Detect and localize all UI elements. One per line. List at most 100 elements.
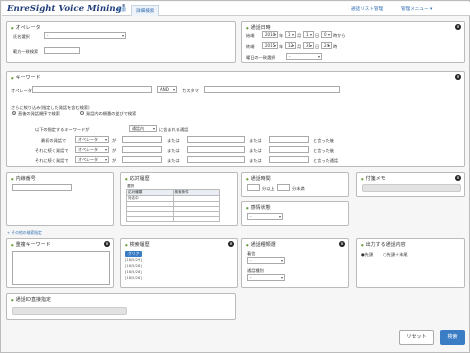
start-month-select[interactable]: 1 <box>285 31 296 38</box>
keyword-and-select[interactable]: AND <box>157 86 177 93</box>
internal-number-title: 内線番号 <box>11 175 36 182</box>
search-button[interactable]: 検索 <box>440 330 465 345</box>
sentiment-keyword-textarea[interactable] <box>12 251 110 285</box>
output-option-head[interactable]: ●先頭 <box>361 252 373 258</box>
start-hour-select[interactable]: 0 <box>321 31 332 38</box>
table-cell[interactable] <box>172 216 220 222</box>
row2-label: それに続く発話で <box>35 148 69 153</box>
end-day-select[interactable]: 31 <box>303 42 314 49</box>
start-month-unit: 月 <box>297 33 302 38</box>
output-title: 出力する通話内容 <box>361 241 406 248</box>
memo-panel: 付箋メモ × <box>356 172 465 197</box>
search-history-panel: 検索履歴 × クリア [18/5/29] [18/5/28] [18/5/28]… <box>120 238 238 288</box>
duration-min-input[interactable] <box>247 184 260 191</box>
search-history-list: クリア [18/5/29] [18/5/28] [18/5/28] [18/5/… <box>125 251 143 281</box>
row2-keyword3-input[interactable] <box>269 146 309 153</box>
start-day-select[interactable]: 1 <box>303 31 314 38</box>
row2-or-label: または <box>167 148 180 153</box>
row2-speaker-select[interactable]: オペレータ <box>75 146 109 153</box>
channel-select[interactable]: - <box>247 274 285 281</box>
call-duration-panel: 通話時間 分以上 分未満 <box>241 172 349 197</box>
end-label: 終端 <box>246 44 255 49</box>
table-row[interactable] <box>126 216 174 222</box>
call-id-input[interactable] <box>12 307 127 315</box>
response-history-table: 応対種類 検索条件 対応中 <box>126 189 220 222</box>
plus-icon: + <box>7 230 11 235</box>
start-hour-unit: 時から <box>333 33 346 38</box>
other-search-link[interactable]: + その他の検索指定 <box>7 230 42 236</box>
row3-keyword2-input[interactable] <box>187 156 245 163</box>
close-icon[interactable]: × <box>455 24 461 30</box>
chevron-down-icon: ▾ <box>430 7 433 12</box>
row2-keyword-input[interactable] <box>122 146 162 153</box>
end-year-select[interactable]: 2015 <box>262 42 278 49</box>
row1-or-label: または <box>167 138 180 143</box>
keyword-operator-input[interactable] <box>32 86 152 93</box>
call-datetime-title: 通話日時 <box>246 24 271 31</box>
operator-sequence-input[interactable] <box>44 47 80 54</box>
call-type-title: 通話種類選 <box>246 241 276 248</box>
radio-in-order-label: 発話内の順番の並びで検索 <box>86 111 137 116</box>
keyword-scope-select[interactable]: 通話内 <box>129 125 157 132</box>
list-item[interactable]: [18/5/28] <box>125 275 142 281</box>
row1-speaker-select[interactable]: オペレータ <box>75 136 109 143</box>
end-day-unit: 日 <box>315 44 320 49</box>
end-year-unit: 年 <box>279 44 284 49</box>
row3-or2-label: または <box>249 158 262 163</box>
close-icon[interactable]: × <box>455 74 461 80</box>
call-duration-title: 通話時間 <box>246 175 271 182</box>
row1-keyword3-input[interactable] <box>269 136 309 143</box>
keyword-title: キーワード <box>11 74 41 81</box>
admin-menu-link[interactable]: 管理メニュー ▾ <box>401 6 432 12</box>
memo-input[interactable] <box>362 184 461 192</box>
app-window: EnreSight Voice Mining® 検索 詳細検索 通話リスト管理 … <box>0 0 470 353</box>
radio-direct-order[interactable] <box>12 111 16 115</box>
row3-keyword-input[interactable] <box>122 156 162 163</box>
response-history-title: 応対履歴 <box>125 175 150 182</box>
close-icon[interactable]: × <box>228 241 234 247</box>
internal-number-input[interactable] <box>12 184 72 191</box>
close-icon[interactable]: × <box>104 241 110 247</box>
row3-keyword3-input[interactable] <box>269 156 309 163</box>
row2-keyword2-input[interactable] <box>187 146 245 153</box>
reset-button[interactable]: リセット <box>399 330 434 345</box>
operator-name-label: 氏名選択 <box>13 34 30 39</box>
end-hour-select[interactable]: 24 <box>321 42 332 49</box>
tab-search[interactable]: 検索 <box>113 5 130 16</box>
start-year-select[interactable]: 2010 <box>262 31 278 38</box>
duration-max-input[interactable] <box>277 184 290 191</box>
row2-ga: が <box>112 148 117 153</box>
search-history-title: 検索履歴 <box>125 241 150 248</box>
row1-keyword2-input[interactable] <box>187 136 245 143</box>
weekday-select[interactable]: - <box>286 53 322 60</box>
end-month-select[interactable]: 12 <box>285 42 296 49</box>
sentiment-keyword-panel: 重複キーワード × <box>6 238 114 288</box>
internal-number-panel: 内線番号 <box>6 172 114 226</box>
row1-ga: が <box>112 138 117 143</box>
keyword-customer-input[interactable] <box>204 86 340 93</box>
row3-speaker-select[interactable]: オペレータ <box>75 156 109 163</box>
tab-advanced-search[interactable]: 詳細検索 <box>131 5 160 16</box>
call-list-link[interactable]: 通話リスト管理 <box>351 6 383 12</box>
keyword-intro-label: 以下の指定するキーワードが <box>35 127 90 132</box>
row2-said: と言った後 <box>313 148 334 153</box>
emotion-select[interactable]: - <box>247 213 283 220</box>
row1-keyword-input[interactable] <box>122 136 162 143</box>
operator-name-select[interactable]: - <box>44 32 126 39</box>
start-day-unit: 日 <box>315 33 320 38</box>
row2-or2-label: または <box>249 148 262 153</box>
call-id-panel: 通話ID直接指定 <box>6 293 236 320</box>
row3-said: と言った通話 <box>313 158 339 163</box>
output-option-head-tail[interactable]: ○先頭＋末尾 <box>383 252 408 258</box>
sentiment-keyword-title: 重複キーワード <box>11 241 51 248</box>
start-year-unit: 年 <box>279 33 284 38</box>
direction-select[interactable]: - <box>247 257 285 264</box>
response-history-panel: 応対履歴 選択 応対種類検索条件 対応中 <box>120 172 238 226</box>
operator-panel: オペレータ 氏名選択 - 範方一致検索 <box>6 21 236 63</box>
close-icon[interactable]: × <box>339 241 345 247</box>
row1-or2-label: または <box>249 138 262 143</box>
top-bar: EnreSight Voice Mining® 検索 詳細検索 通話リスト管理 … <box>2 2 470 16</box>
close-icon[interactable]: × <box>455 175 461 181</box>
row1-said: と言った後 <box>313 138 334 143</box>
radio-in-order[interactable] <box>80 111 84 115</box>
